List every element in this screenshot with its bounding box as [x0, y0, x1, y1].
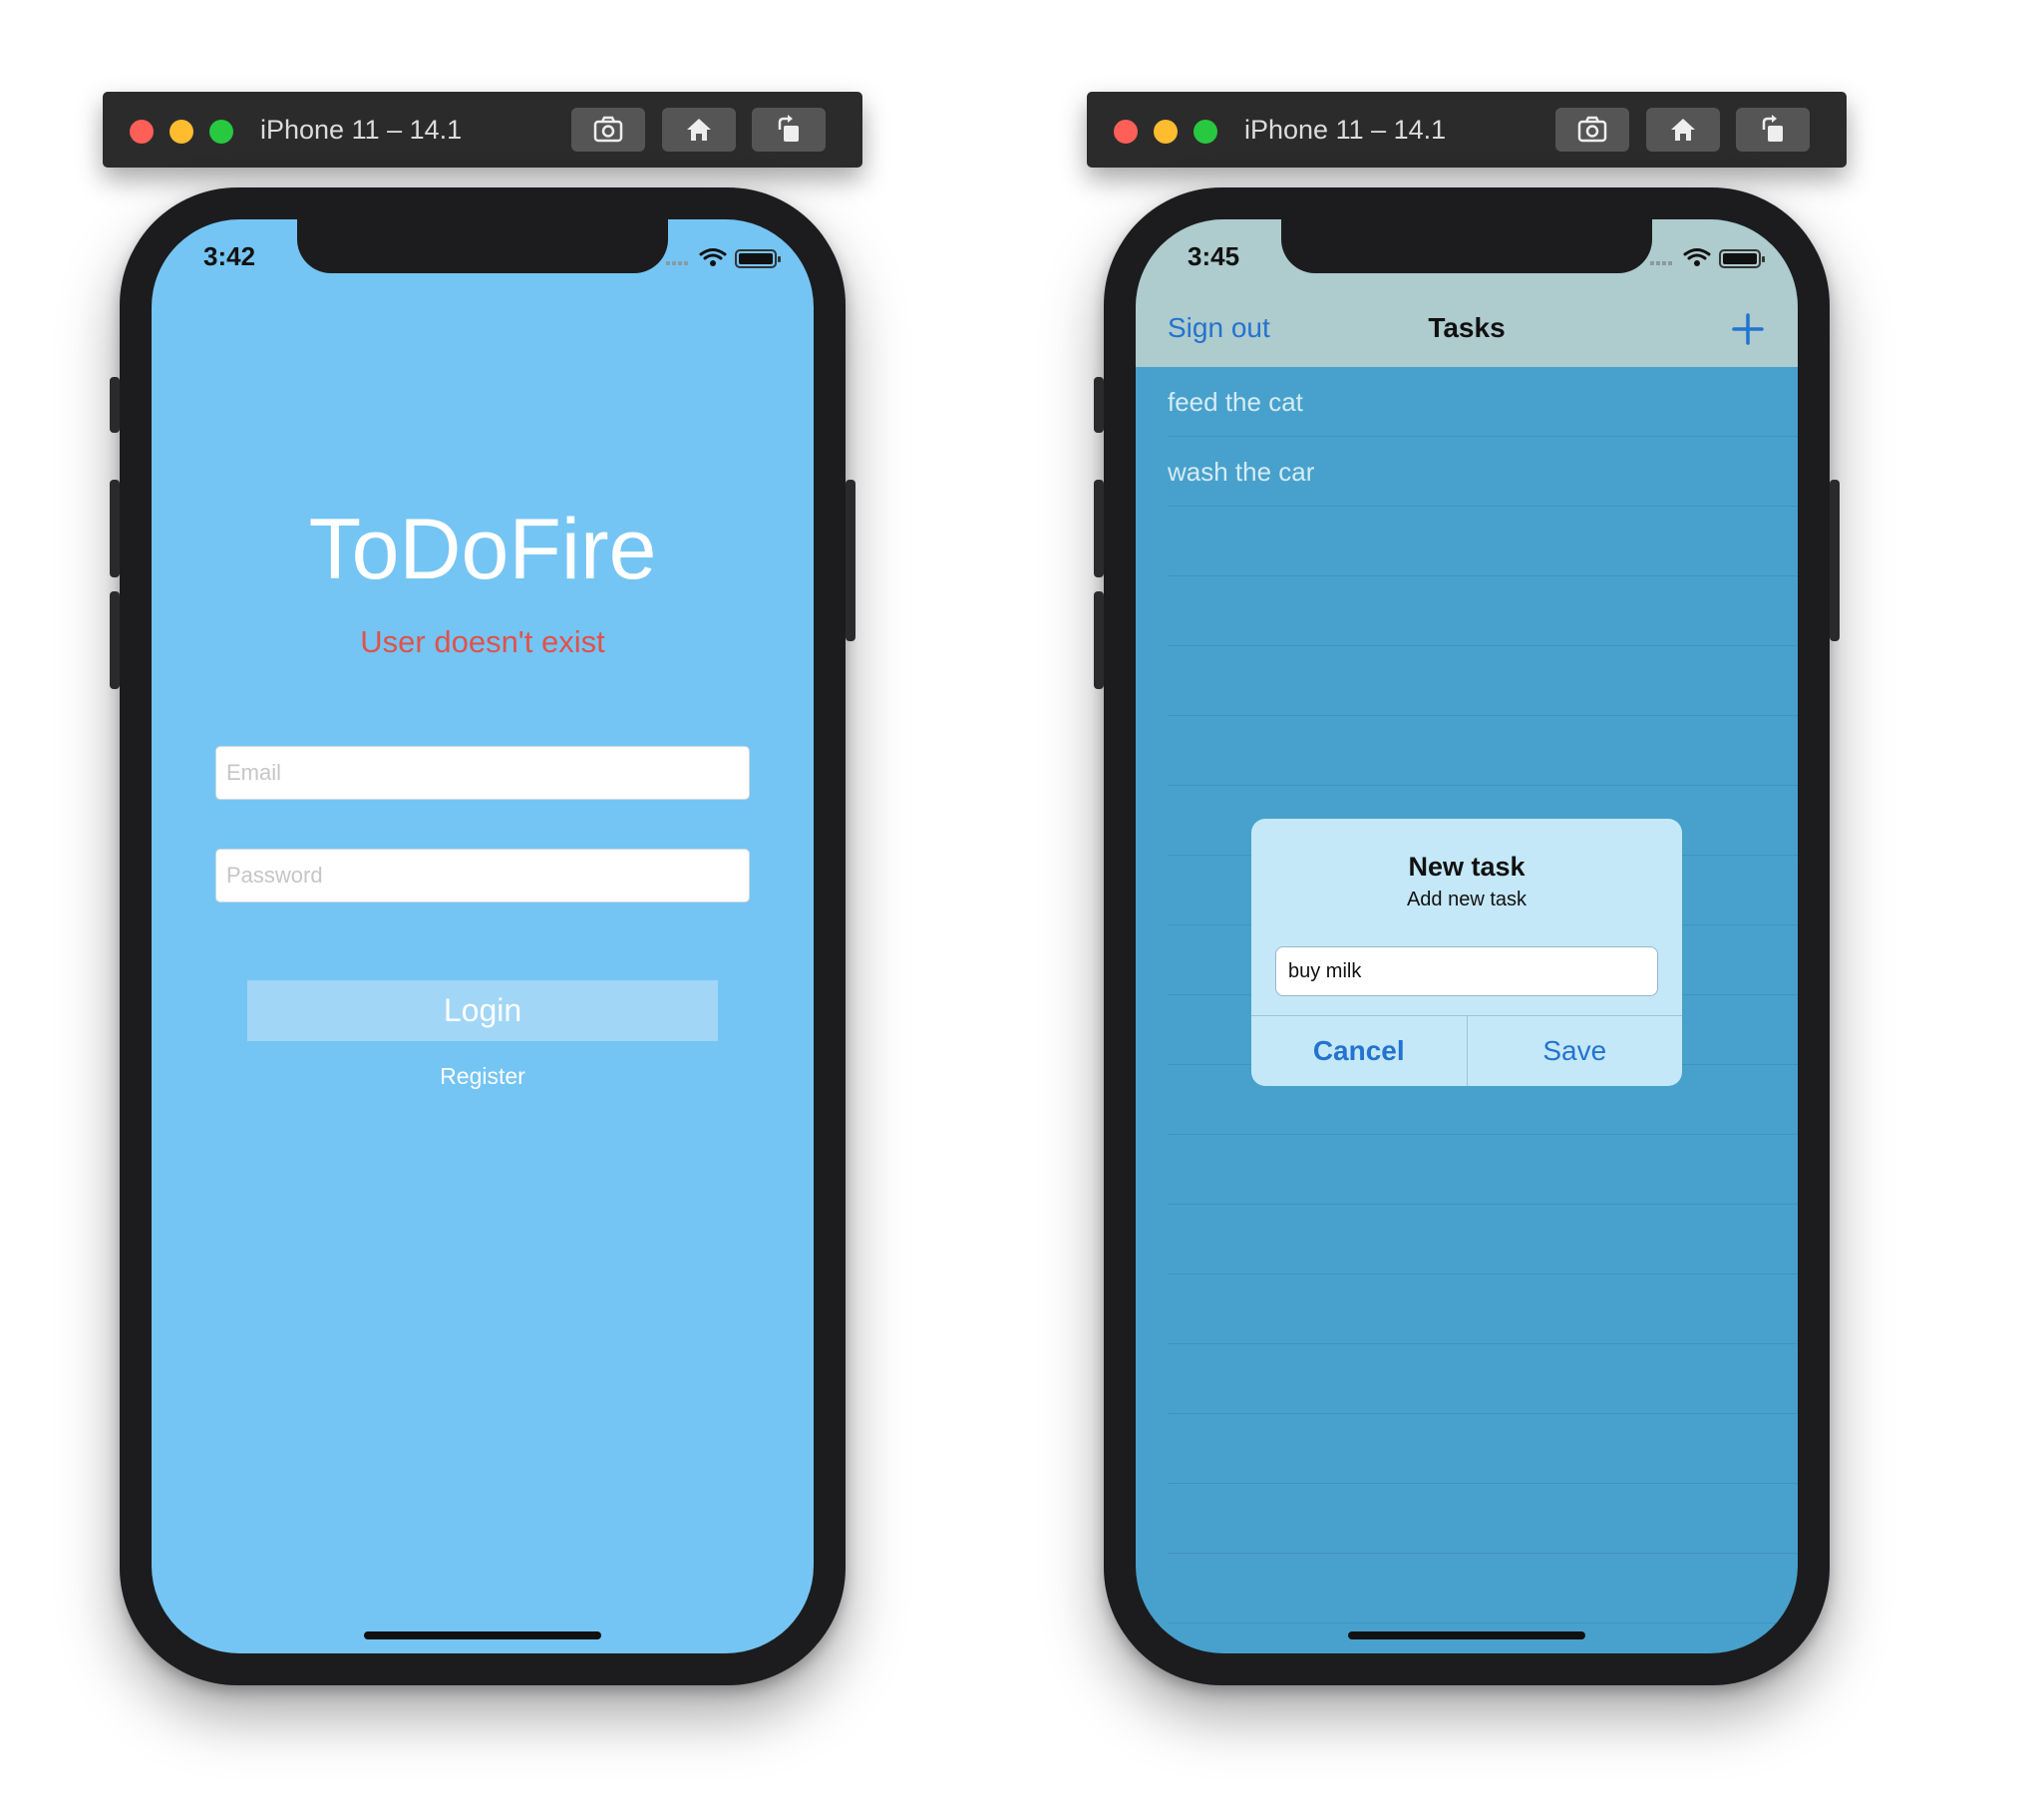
battery-icon [1719, 249, 1765, 268]
power-button [1830, 480, 1840, 641]
iphone-frame: 3:42 ToDoFire User doesn't exist Email L… [110, 187, 855, 1685]
status-icons [666, 247, 786, 274]
cellular-icon [1650, 261, 1672, 265]
rotate-button[interactable] [752, 108, 826, 152]
empty-row [1168, 1554, 1798, 1623]
add-task-button[interactable] [1732, 313, 1764, 350]
close-window-button[interactable] [1114, 120, 1138, 144]
email-field[interactable] [215, 746, 750, 800]
alert-title: New task [1408, 852, 1526, 882]
new-task-alert: New task Add new task Cancel Save [1251, 819, 1682, 1086]
simulator-title: iPhone 11 – 14.1 [260, 115, 463, 145]
simulator-login: iPhone 11 – 14.1 3:42 ToDoFire User does… [0, 0, 997, 1803]
email-input[interactable] [216, 747, 749, 799]
minimize-window-button[interactable] [1154, 120, 1178, 144]
status-icons [1650, 247, 1770, 274]
empty-row [1168, 507, 1798, 576]
wifi-icon [699, 248, 727, 260]
home-indicator[interactable] [364, 1631, 601, 1639]
empty-row [1168, 1344, 1798, 1414]
power-button [846, 480, 855, 641]
screenshot-icon [593, 116, 623, 143]
rotate-button[interactable] [1736, 108, 1810, 152]
volume-down-button [1094, 591, 1104, 689]
home-button[interactable] [662, 108, 736, 152]
zoom-window-button[interactable] [209, 120, 233, 144]
nav-title: Tasks [1428, 312, 1506, 343]
empty-row [1168, 576, 1798, 646]
rotate-icon [1762, 115, 1783, 142]
home-icon [1671, 119, 1695, 141]
wifi-icon [1683, 248, 1711, 260]
minimize-window-button[interactable] [170, 120, 193, 144]
alert-actions: Cancel Save [1251, 1015, 1682, 1086]
app-title: ToDoFire [308, 502, 657, 597]
battery-icon [735, 249, 781, 268]
save-button[interactable]: Save [1468, 1016, 1683, 1086]
plus-icon [1732, 313, 1764, 345]
alert-message: Add new task [1406, 889, 1528, 910]
simulator-titlebar: iPhone 11 – 14.1 [1087, 92, 1847, 168]
task-text-field[interactable] [1275, 946, 1658, 996]
simulator-title: iPhone 11 – 14.1 [1244, 115, 1447, 145]
password-field[interactable] [215, 849, 750, 902]
close-window-button[interactable] [130, 120, 154, 144]
empty-row [1168, 1414, 1798, 1484]
zoom-window-button[interactable] [1193, 120, 1217, 144]
task-row[interactable]: feed the cat [1168, 367, 1798, 437]
screenshot-icon [1577, 116, 1607, 143]
notch [1281, 219, 1652, 273]
volume-up-button [1094, 480, 1104, 577]
empty-row [1168, 1205, 1798, 1274]
screenshot-button[interactable] [1555, 108, 1629, 152]
simulator-titlebar: iPhone 11 – 14.1 [103, 92, 862, 168]
iphone-frame: Sign out Tasks 3:45 feed the cat wash th… [1094, 187, 1840, 1685]
silent-switch [1094, 377, 1104, 433]
cellular-icon [666, 261, 688, 265]
screenshot-button[interactable] [571, 108, 645, 152]
home-indicator[interactable] [1348, 1631, 1585, 1639]
status-time: 3:42 [203, 241, 256, 271]
simulator-tasks: iPhone 11 – 14.1 Sign out Tasks 3:45 fee… [984, 0, 1981, 1803]
login-button[interactable]: Login [247, 980, 718, 1041]
empty-row [1168, 1484, 1798, 1554]
empty-row [1168, 716, 1798, 786]
empty-row [1168, 1274, 1798, 1344]
volume-down-button [110, 591, 120, 689]
error-message: User doesn't exist [360, 624, 605, 659]
empty-row [1168, 1135, 1798, 1205]
home-icon [687, 119, 711, 141]
status-time: 3:45 [1188, 241, 1240, 271]
volume-up-button [110, 480, 120, 577]
task-row[interactable]: wash the car [1168, 437, 1798, 507]
register-button[interactable]: Register [152, 1063, 814, 1090]
login-screen: 3:42 ToDoFire User doesn't exist Email L… [152, 219, 814, 1653]
password-input[interactable] [216, 850, 749, 902]
notch [297, 219, 668, 273]
cancel-button[interactable]: Cancel [1251, 1016, 1468, 1086]
silent-switch [110, 377, 120, 433]
empty-row [1168, 646, 1798, 716]
rotate-icon [778, 115, 799, 142]
home-button[interactable] [1646, 108, 1720, 152]
tasks-screen: Sign out Tasks 3:45 feed the cat wash th… [1136, 219, 1798, 1653]
task-input[interactable] [1276, 947, 1657, 995]
